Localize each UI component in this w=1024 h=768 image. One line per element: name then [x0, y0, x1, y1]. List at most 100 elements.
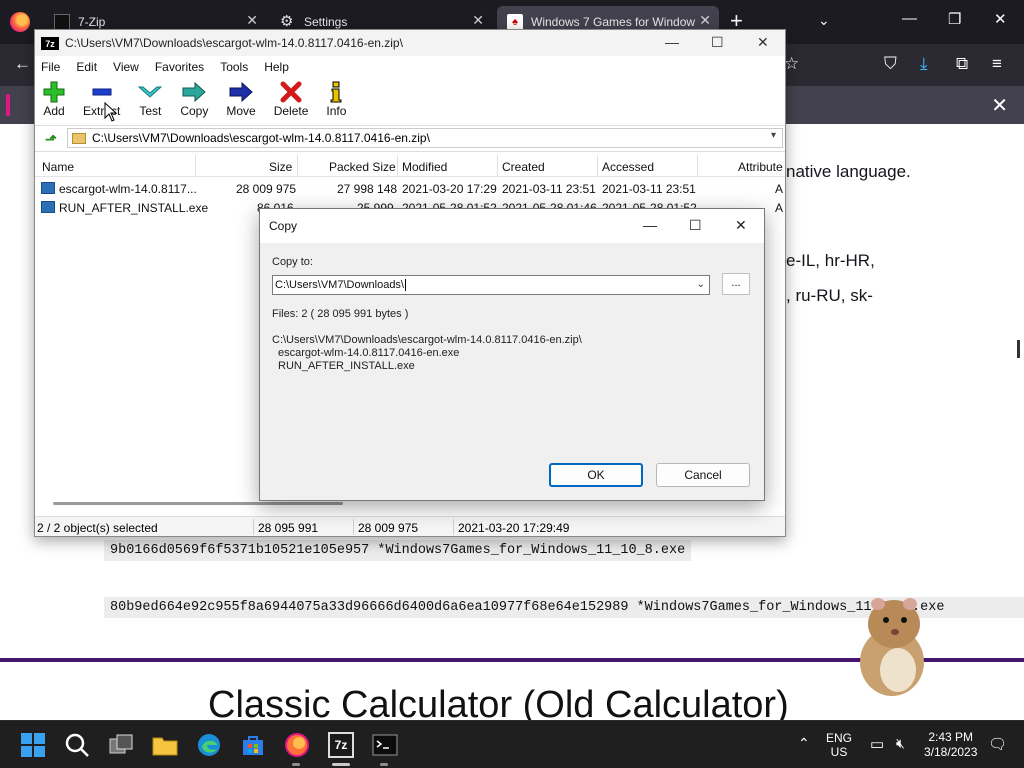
- cancel-button[interactable]: Cancel: [656, 463, 750, 487]
- clock[interactable]: 2:43 PM 3/18/2023: [924, 730, 977, 760]
- horizontal-scrollbar[interactable]: [53, 502, 343, 505]
- move-button[interactable]: Move: [226, 80, 256, 118]
- column-divider[interactable]: [497, 155, 498, 177]
- minimize-icon[interactable]: —: [643, 217, 657, 233]
- window-title: C:\Users\VM7\Downloads\escargot-wlm-14.0…: [65, 36, 403, 50]
- maximize-icon[interactable]: ☐: [711, 34, 724, 51]
- move-icon: [229, 80, 253, 104]
- volume-muted-icon[interactable]: 🔇︎: [896, 735, 905, 752]
- close-icon[interactable]: ✕: [991, 93, 1008, 118]
- column-header-name[interactable]: Name: [42, 160, 74, 174]
- firefox-icon[interactable]: [284, 732, 310, 758]
- running-indicator: [332, 763, 350, 766]
- language-indicator[interactable]: ENG US: [826, 731, 852, 759]
- info-icon: [329, 80, 343, 104]
- close-icon[interactable]: ✕: [757, 34, 769, 51]
- delete-button[interactable]: Delete: [274, 80, 308, 118]
- status-divider: [453, 519, 454, 535]
- store-icon[interactable]: [240, 732, 266, 758]
- star-icon[interactable]: ☆: [784, 54, 799, 74]
- destination-path-value: C:\Users\VM7\Downloads\: [275, 279, 404, 291]
- file-row[interactable]: escargot-wlm-14.0.8117... 28 009 975 27 …: [35, 179, 785, 198]
- maximize-icon[interactable]: ❐: [948, 10, 961, 28]
- close-icon[interactable]: ✕: [735, 217, 747, 234]
- 7zip-app-icon[interactable]: 7z: [328, 732, 354, 758]
- file-name: RUN_AFTER_INSTALL.exe: [59, 201, 209, 215]
- column-divider[interactable]: [297, 155, 298, 177]
- edge-icon[interactable]: [196, 732, 222, 758]
- terminal-icon[interactable]: [372, 732, 398, 758]
- test-button[interactable]: Test: [138, 80, 163, 118]
- column-divider[interactable]: [597, 155, 598, 177]
- exe-file-icon: [41, 201, 55, 213]
- monitor-icon[interactable]: ▭: [870, 735, 884, 753]
- column-header-accessed[interactable]: Accessed: [602, 160, 654, 174]
- destination-path-combobox[interactable]: C:\Users\VM7\Downloads\ ⌄: [272, 275, 710, 295]
- column-header-size[interactable]: Size: [269, 160, 292, 174]
- browse-button[interactable]: ...: [722, 273, 750, 295]
- window-title-bar[interactable]: 7z C:\Users\VM7\Downloads\escargot-wlm-1…: [35, 30, 785, 56]
- copy-to-label: Copy to:: [272, 256, 313, 268]
- dialog-title-bar[interactable]: Copy — ☐ ✕: [260, 209, 764, 243]
- menu-file[interactable]: File: [41, 60, 60, 74]
- chevron-down-icon[interactable]: ⌄: [818, 12, 830, 29]
- address-path: C:\Users\VM7\Downloads\escargot-wlm-14.0…: [92, 131, 430, 145]
- running-indicator: [292, 763, 300, 766]
- text-caret: [405, 279, 406, 291]
- column-header-modified[interactable]: Modified: [402, 160, 447, 174]
- delete-icon: [280, 80, 302, 104]
- close-tab-icon[interactable]: ✕: [246, 12, 258, 29]
- menu-icon[interactable]: ≡: [992, 54, 1002, 74]
- pocket-icon[interactable]: ⛉: [884, 54, 897, 74]
- file-accessed: 2021-03-11 23:51: [602, 182, 696, 196]
- chevron-down-icon[interactable]: ⌄: [697, 276, 705, 294]
- column-divider[interactable]: [195, 155, 196, 177]
- gear-icon: ⚙: [280, 13, 294, 30]
- maximize-icon[interactable]: ☐: [689, 217, 702, 234]
- page-text-line: , ru-RU, sk-: [786, 286, 873, 305]
- column-divider[interactable]: [697, 155, 698, 177]
- chevron-up-icon[interactable]: ⌃: [798, 735, 810, 752]
- menu-tools[interactable]: Tools: [220, 60, 248, 74]
- download-icon[interactable]: ⤓: [920, 54, 928, 74]
- minimize-icon[interactable]: —: [902, 10, 917, 27]
- mouse-cursor-icon: [104, 102, 118, 122]
- source-file: escargot-wlm-14.0.8117.0416-en.exe: [278, 347, 460, 359]
- info-button[interactable]: Info: [326, 80, 346, 118]
- search-icon[interactable]: [64, 732, 90, 758]
- column-header-packed-size[interactable]: Packed Size: [329, 160, 396, 174]
- copy-button[interactable]: Copy: [180, 80, 208, 118]
- notification-icon[interactable]: 🗨︎: [988, 735, 1007, 753]
- menu-favorites[interactable]: Favorites: [155, 60, 204, 74]
- windows-start-icon[interactable]: [20, 732, 46, 758]
- close-tab-icon[interactable]: ✕: [699, 12, 711, 29]
- menu-help[interactable]: Help: [264, 60, 289, 74]
- menu-view[interactable]: View: [113, 60, 139, 74]
- status-packed-size: 28 009 975: [358, 521, 419, 535]
- back-arrow-icon[interactable]: ←: [14, 54, 31, 74]
- taskbar: 7z ⌃ ENG US ▭ 🔇︎ 2:43 PM 3/18/2023 🗨︎: [0, 720, 1024, 768]
- address-field[interactable]: C:\Users\VM7\Downloads\escargot-wlm-14.0…: [67, 128, 783, 148]
- add-button[interactable]: Add: [43, 80, 65, 118]
- page-scrollbar[interactable]: [1017, 340, 1020, 358]
- ok-button[interactable]: OK: [549, 463, 643, 487]
- up-folder-icon[interactable]: ⬏: [41, 131, 61, 147]
- menu-edit[interactable]: Edit: [76, 60, 97, 74]
- column-divider[interactable]: [397, 155, 398, 177]
- task-view-icon[interactable]: [108, 732, 134, 758]
- minimize-icon[interactable]: —: [665, 34, 679, 50]
- file-explorer-icon[interactable]: [152, 732, 178, 758]
- chevron-down-icon[interactable]: ▾: [771, 130, 776, 141]
- copy-dialog: Copy — ☐ ✕ Copy to: C:\Users\VM7\Downloa…: [259, 208, 765, 501]
- notification-accent: [6, 94, 10, 116]
- extensions-icon[interactable]: ⧉: [956, 54, 968, 74]
- status-date: 2021-03-20 17:29:49: [458, 521, 570, 535]
- column-header-created[interactable]: Created: [502, 160, 545, 174]
- firefox-icon: [10, 12, 30, 32]
- column-header-attributes[interactable]: Attribute: [738, 160, 783, 174]
- clock-date: 3/18/2023: [924, 745, 978, 759]
- close-icon[interactable]: ✕: [994, 10, 1007, 28]
- file-attributes: A: [775, 201, 784, 215]
- status-selection: 2 / 2 object(s) selected: [37, 521, 158, 535]
- close-tab-icon[interactable]: ✕: [472, 12, 484, 29]
